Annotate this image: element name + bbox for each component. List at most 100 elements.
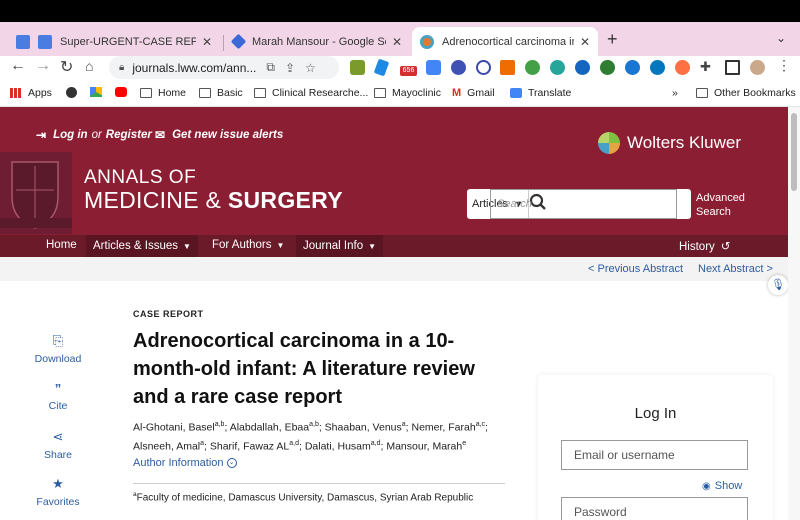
microphone-icon[interactable]: 🎙︎: [768, 275, 788, 295]
tab-case-report[interactable]: Super-URGENT-CASE REPORT ✕: [8, 27, 220, 56]
nav-history[interactable]: History ↺: [679, 239, 730, 253]
home-icon[interactable]: ⌂: [85, 58, 93, 74]
nav-articles-issues[interactable]: Articles & Issues ▼: [86, 235, 198, 257]
back-arrow-icon[interactable]: ←: [10, 57, 26, 75]
bookmark-basic[interactable]: Basic: [199, 87, 243, 99]
z-extension-icon[interactable]: [625, 60, 640, 75]
publisher-name: Wolters Kluwer: [627, 133, 741, 152]
email-field[interactable]: Email or username: [561, 440, 748, 470]
journal-crest-logo: [0, 152, 72, 234]
lock-icon: 🔒︎: [119, 62, 125, 73]
address-bar[interactable]: 🔒︎ journals.lww.com/ann... ⧉ ⇪ ☆: [109, 56, 339, 79]
bookmark-label: Other Bookmarks: [714, 87, 796, 99]
favorites-button[interactable]: ★ Favorites: [28, 476, 88, 508]
next-abstract-link[interactable]: Next Abstract >: [698, 263, 773, 275]
login-arrow-icon: ⇥: [36, 128, 47, 142]
tab-google-scholar[interactable]: Marah Mansour - Google Schol ✕: [225, 27, 410, 56]
affiliation-text: aFaculty of medicine, Damascus Universit…: [133, 491, 474, 504]
bookmark-youtube[interactable]: [115, 87, 133, 97]
google-docs-icon: [16, 34, 30, 49]
nav-journal-info[interactable]: Journal Info ▼: [296, 235, 384, 257]
tab-title: Super-URGENT-CASE REPORT: [60, 35, 196, 48]
journal-name-line1[interactable]: ANNALS OF: [84, 167, 196, 189]
extension-icon[interactable]: [675, 60, 690, 75]
scrollbar-thumb[interactable]: [791, 113, 797, 191]
cite-button[interactable]: ” Cite: [28, 381, 88, 412]
chevron-down-icon[interactable]: ⌄: [776, 31, 786, 45]
bookmark-mayoclinic[interactable]: Mayoclinic: [374, 87, 441, 99]
extension-icon[interactable]: [575, 60, 590, 75]
reload-icon[interactable]: ↻: [60, 57, 73, 77]
folder-icon: [199, 88, 211, 98]
login-register-link[interactable]: ⇥ Log in or Register: [36, 128, 152, 142]
close-icon[interactable]: ✕: [580, 35, 590, 49]
issue-alerts-link[interactable]: ✉ Get new issue alerts: [155, 128, 283, 142]
megaphone-icon[interactable]: [500, 60, 515, 75]
tab-title: Marah Mansour - Google Schol: [252, 35, 386, 48]
journal-name-line2[interactable]: MEDICINE & SURGERY: [84, 187, 343, 214]
bookmark-drive[interactable]: [90, 87, 108, 97]
google-scholar-icon: [230, 33, 247, 50]
browser-toolbar: ← → ↻ ⌂ 🔒︎ journals.lww.com/ann... ⧉ ⇪ ☆…: [0, 56, 800, 81]
advanced-search-link[interactable]: Advanced Search: [696, 191, 745, 219]
share-button[interactable]: ⋖ Share: [28, 429, 88, 461]
avatar[interactable]: [750, 60, 765, 75]
bookmark-globe[interactable]: [66, 87, 83, 98]
share-icon[interactable]: ⇪: [285, 61, 295, 75]
tab-title: Adrenocortical carcinoma in a: [442, 35, 574, 48]
bookmark-gmail[interactable]: M Gmail: [452, 87, 495, 99]
extension-icon[interactable]: [350, 60, 365, 75]
star-icon: ★: [52, 476, 64, 491]
star-icon[interactable]: ☆: [305, 61, 316, 75]
extension-icon[interactable]: [550, 60, 565, 75]
show-password-toggle[interactable]: ◉ Show: [702, 480, 742, 492]
mail-count-badge[interactable]: 656: [400, 66, 417, 76]
wolters-kluwer-logo[interactable]: Wolters Kluwer: [598, 132, 741, 154]
bird-extension-icon[interactable]: [373, 58, 390, 77]
nav-home[interactable]: Home: [46, 239, 77, 251]
sidebar-icon[interactable]: [725, 60, 740, 75]
google-drive-icon: [90, 87, 102, 97]
login-title: Log In: [634, 405, 677, 422]
new-tab-button[interactable]: +: [607, 29, 618, 50]
bookmark-other[interactable]: Other Bookmarks: [696, 87, 796, 99]
web-page: ⇥ Log in or Register ✉ Get new issue alert…: [0, 107, 788, 520]
translate-page-icon[interactable]: ⧉: [266, 60, 275, 75]
author-information-toggle[interactable]: Author Information ⌄: [133, 457, 237, 469]
extension-icon[interactable]: [650, 60, 665, 75]
grammarly-icon[interactable]: [525, 60, 540, 75]
bookmark-clinical[interactable]: Clinical Researche...: [254, 87, 368, 99]
more-bookmarks-button[interactable]: »: [672, 87, 678, 99]
share-label: Share: [43, 449, 73, 461]
search-input[interactable]: Search: [490, 189, 677, 219]
nav-for-authors[interactable]: For Authors ▼: [212, 239, 284, 251]
folder-icon: [140, 88, 152, 98]
author-information-label: Author Information: [133, 457, 224, 469]
cite-label: Cite: [48, 400, 68, 412]
scrollbar[interactable]: [788, 107, 800, 520]
article-type: CASE REPORT: [133, 309, 204, 319]
bookmark-label: Apps: [28, 87, 52, 99]
tab-adrenocortical[interactable]: Adrenocortical carcinoma in a ✕: [412, 27, 598, 56]
envelope-icon: ✉: [155, 128, 166, 142]
evernote-icon[interactable]: [600, 60, 615, 75]
close-icon[interactable]: ✕: [202, 35, 212, 49]
share-icon: ⋖: [52, 429, 64, 444]
password-field[interactable]: Password: [561, 497, 748, 520]
translate-extension-icon[interactable]: [426, 60, 441, 75]
previous-abstract-link[interactable]: < Previous Abstract: [588, 263, 683, 275]
close-icon[interactable]: ✕: [392, 35, 402, 49]
eye-icon: ◉: [702, 480, 711, 492]
menu-kebab-icon[interactable]: ⋮: [777, 57, 791, 74]
puzzle-icon[interactable]: ✚: [700, 59, 711, 75]
download-label: Download: [34, 353, 82, 365]
bookmark-label: Basic: [217, 87, 243, 99]
forward-arrow-icon[interactable]: →: [35, 57, 51, 75]
bookmark-apps[interactable]: Apps: [10, 87, 52, 99]
bookmark-translate[interactable]: Translate: [510, 87, 571, 99]
window-top-bar: [0, 0, 800, 22]
extension-icon[interactable]: [451, 60, 466, 75]
play-icon[interactable]: [476, 60, 491, 75]
bookmark-home[interactable]: Home: [140, 87, 186, 99]
download-button[interactable]: ⎘ Download: [28, 333, 88, 365]
